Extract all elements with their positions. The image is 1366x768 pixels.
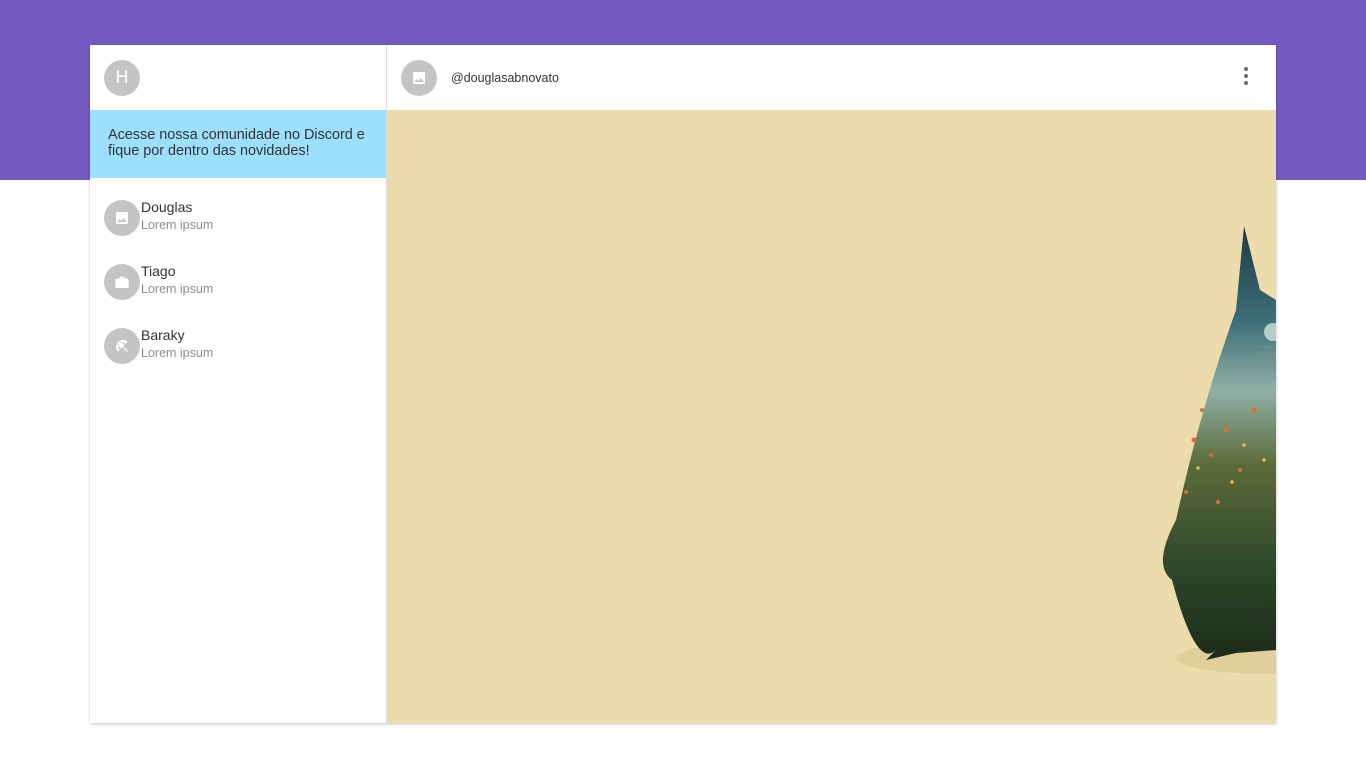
image-icon: [116, 212, 128, 224]
more-vert-icon[interactable]: [1238, 65, 1254, 87]
contact-subtitle: Lorem ipsum: [141, 282, 214, 296]
profile-initial: H: [115, 67, 129, 87]
chat-avatar[interactable]: [401, 59, 437, 96]
chat-title: @douglasabnovato: [451, 70, 559, 85]
discord-banner-text: Acesse nossa comunidade no Discord e fiq…: [108, 127, 365, 159]
chat-app-window: H Acesse nossa comunidade no Discord e f…: [90, 45, 1276, 723]
contact-subtitle: Lorem ipsum: [141, 218, 214, 232]
contact-name: Douglas: [141, 199, 193, 215]
contact-name: Baraky: [141, 327, 185, 343]
chat-header: @douglasabnovato: [387, 45, 1276, 110]
sidebar-header: H: [90, 45, 386, 110]
image-icon: [413, 71, 425, 84]
contact-item-douglas[interactable]: Douglas Lorem ipsum: [90, 198, 386, 262]
profile-avatar[interactable]: H: [104, 59, 140, 96]
sidebar: H Acesse nossa comunidade no Discord e f…: [90, 45, 387, 723]
chat-panel: @douglasabnovato: [387, 45, 1276, 723]
chat-background: [387, 110, 1276, 723]
contact-item-baraky[interactable]: Baraky Lorem ipsum: [90, 326, 386, 390]
contact-avatar: [104, 264, 140, 300]
contact-subtitle: Lorem ipsum: [141, 346, 214, 360]
contact-avatar: [104, 328, 140, 364]
totoro-illustration: [1162, 226, 1276, 674]
briefcase-icon: [115, 276, 129, 288]
contact-item-tiago[interactable]: Tiago Lorem ipsum: [90, 262, 386, 326]
beach-umbrella-icon: [116, 340, 128, 352]
discord-banner[interactable]: Acesse nossa comunidade no Discord e fiq…: [90, 110, 386, 178]
contact-list: Douglas Lorem ipsum Tiago Lorem ipsum Ba…: [90, 178, 386, 390]
contact-name: Tiago: [141, 263, 176, 279]
contact-avatar: [104, 200, 140, 236]
